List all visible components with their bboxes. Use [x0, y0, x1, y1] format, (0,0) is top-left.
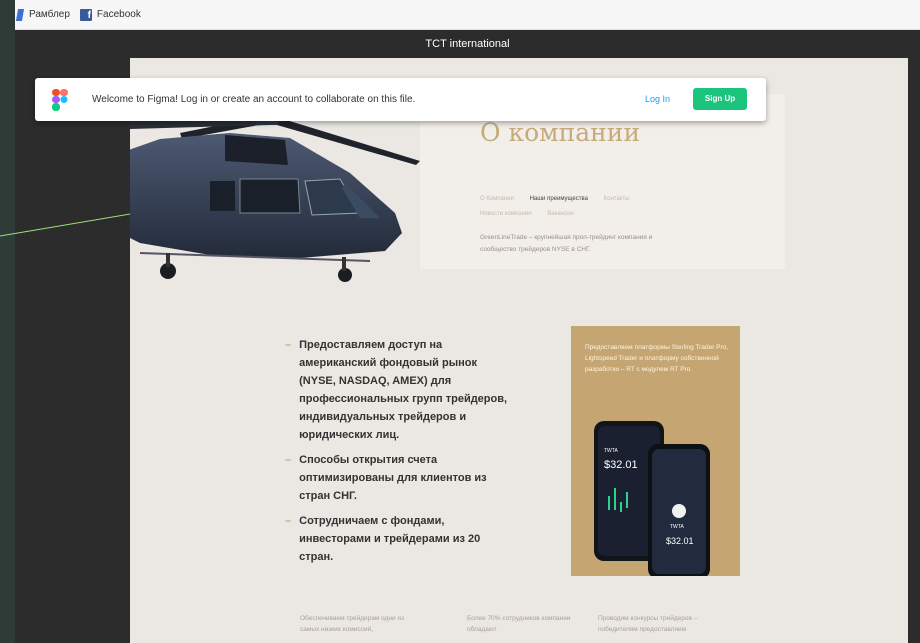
promo-text: Предоставляем платформы Sterling Trader …	[585, 344, 729, 373]
bookmark-label: Рамблер	[29, 9, 70, 20]
nav-item-contacts[interactable]: Контакты	[604, 192, 630, 207]
bottom-columns: Обеспечиваем трейдерам одни из самых низ…	[130, 613, 908, 643]
list-item-text: Способы открытия счета оптимизированы дл…	[299, 454, 487, 502]
advantages-list: – Предоставляем доступ на американский ф…	[285, 336, 510, 573]
signup-button[interactable]: Sign Up	[693, 88, 747, 110]
phones-image: TWTA $32.01 TWTA $32.01	[594, 421, 710, 576]
nav-item-news[interactable]: Новости компании	[480, 207, 532, 222]
bottom-column-3: Проводим конкурсы трейдеров – победителя…	[598, 615, 698, 633]
bookmark-rambler[interactable]: Рамблер	[15, 8, 70, 21]
frame-title: TCT international	[425, 38, 510, 50]
platform-promo: Предоставляем платформы Sterling Trader …	[571, 326, 740, 576]
about-title: О компании	[480, 118, 641, 147]
list-item-text: Предоставляем доступ на американский фон…	[299, 339, 508, 441]
bottom-column-1: Обеспечиваем трейдерам одни из самых низ…	[300, 615, 405, 633]
phone-value-back: $32.01	[604, 459, 638, 471]
nav-item-vacancies[interactable]: Вакансии	[547, 207, 573, 222]
about-nav: О Компании Наши преимущества Контакты Но…	[480, 192, 740, 222]
figma-logo-icon	[52, 89, 68, 111]
about-description: GreenLineTrade – крупнейшая проп-трейдин…	[480, 234, 653, 253]
bookmark-label: Facebook	[96, 9, 141, 20]
phone-value-front: $32.01	[666, 536, 694, 546]
nav-item-advantages[interactable]: Наши преимущества	[530, 192, 588, 207]
banner-message: Welcome to Figma! Log in or create an ac…	[92, 94, 416, 105]
facebook-icon: f	[79, 8, 92, 21]
rambler-icon	[15, 8, 25, 21]
phone-brand-front: TWTA	[670, 524, 684, 530]
list-item: – Способы открытия счета оптимизированы …	[285, 451, 510, 505]
bottom-column-2: Более 70% сотрудников компании обладают	[467, 615, 571, 633]
helicopter-image	[130, 107, 420, 282]
phone-brand-back: TWTA	[604, 448, 618, 454]
left-panel	[0, 0, 15, 643]
list-item-text: Сотрудничаем с фондами, инвесторами и тр…	[299, 515, 481, 563]
dash-icon: –	[285, 454, 292, 466]
list-item: – Предоставляем доступ на американский ф…	[285, 336, 510, 444]
bookmarks-bar: Рамблер f Facebook	[15, 0, 920, 30]
login-button[interactable]: Log In	[645, 94, 670, 104]
dash-icon: –	[285, 515, 292, 527]
figma-welcome-banner: Welcome to Figma! Log in or create an ac…	[35, 78, 766, 121]
dash-icon: –	[285, 339, 292, 351]
bookmark-facebook[interactable]: f Facebook	[79, 8, 141, 21]
list-item: – Сотрудничаем с фондами, инвесторами и …	[285, 512, 510, 566]
website-canvas: О компании О Компании Наши преимущества …	[130, 58, 908, 643]
nav-item-about[interactable]: О Компании	[480, 192, 514, 207]
